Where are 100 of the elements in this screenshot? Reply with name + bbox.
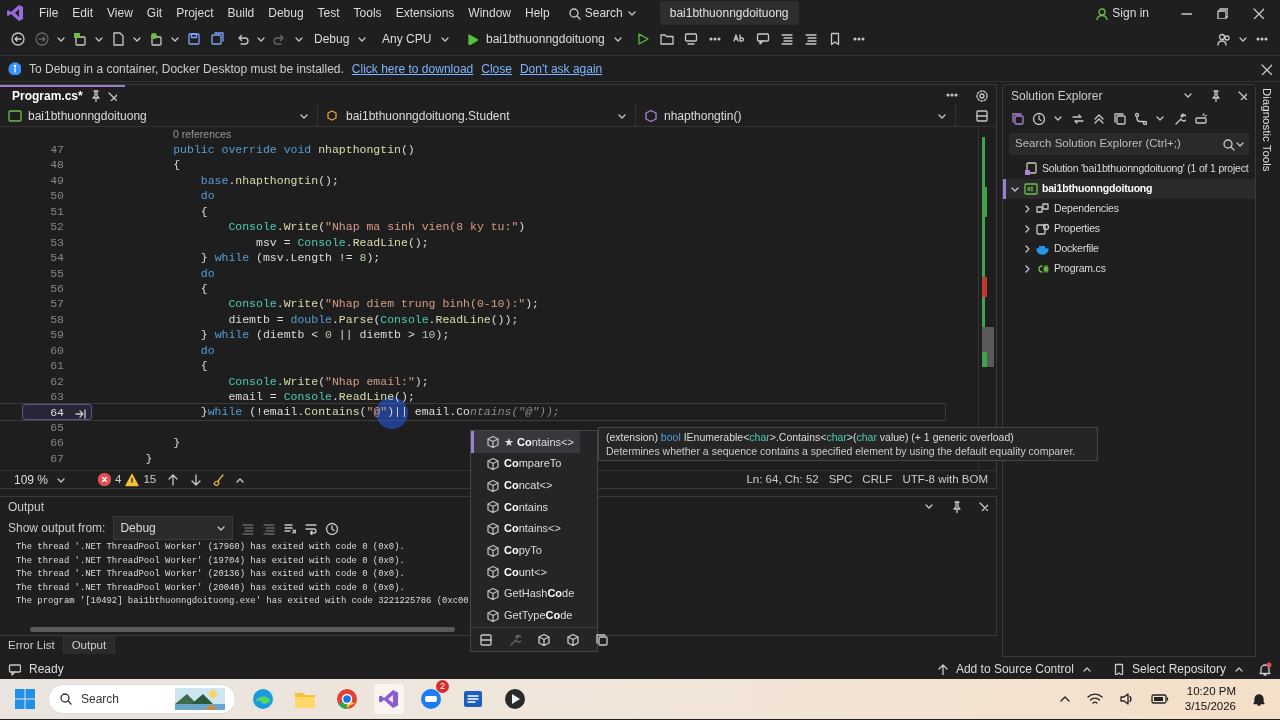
menu-item[interactable]: Extensions: [388, 2, 462, 24]
extension-filter-icon[interactable]: [566, 633, 579, 646]
save-icon[interactable]: [187, 32, 201, 46]
device-icon[interactable]: [683, 32, 698, 46]
completion-item[interactable]: CompareTo: [471, 452, 568, 475]
save-all-icon[interactable]: [211, 32, 225, 46]
panel-tab[interactable]: Output: [63, 636, 116, 654]
output-source-dropdown[interactable]: Debug: [113, 516, 234, 540]
menu-item[interactable]: Edit: [65, 2, 101, 24]
close-icon[interactable]: [978, 501, 988, 511]
settings-icon[interactable]: [975, 88, 988, 102]
info-link[interactable]: Don't ask again: [519, 59, 603, 78]
tree-item[interactable]: Program.cs: [1015, 259, 1255, 279]
side-tab[interactable]: Diagnostic Tools: [1257, 88, 1275, 172]
menu-item[interactable]: Help: [518, 2, 557, 24]
menu-item[interactable]: Window: [461, 2, 518, 24]
split-icon[interactable]: [975, 109, 988, 122]
info-link[interactable]: Close: [481, 59, 512, 78]
run-icon[interactable]: [635, 32, 650, 46]
search-box[interactable]: Search Solution Explorer (Ctrl+;): [1009, 133, 1249, 155]
preview-icon[interactable]: [1194, 111, 1207, 125]
close-icon[interactable]: [1252, 7, 1264, 19]
completion-item[interactable]: GetTypeCode: [471, 604, 579, 627]
warning-count[interactable]: 15: [143, 470, 157, 489]
horizontal-scrollbar[interactable]: [30, 627, 455, 632]
indent-icon[interactable]: [803, 32, 818, 46]
expand-icon[interactable]: [479, 633, 492, 646]
tree-item[interactable]: Dependencies: [1015, 199, 1255, 219]
copy-icon[interactable]: [1113, 111, 1126, 125]
bell-icon[interactable]: [1258, 662, 1272, 676]
menu-item[interactable]: Git: [139, 2, 170, 24]
menu-item[interactable]: Test: [310, 2, 347, 24]
completion-item[interactable]: Concat<>: [471, 474, 559, 497]
bell-icon[interactable]: [1252, 692, 1266, 706]
close-icon[interactable]: [1260, 62, 1272, 75]
menu-item[interactable]: Build: [220, 2, 262, 24]
status-text[interactable]: UTF-8 with BOM: [902, 470, 988, 489]
search-input[interactable]: Search Solution Explorer (Ctrl+;): [1013, 134, 1222, 154]
live-share-icon[interactable]: [1217, 32, 1231, 46]
menu-item[interactable]: File: [32, 2, 66, 24]
maximize-icon[interactable]: [1216, 7, 1228, 19]
search-button[interactable]: Search: [560, 2, 644, 24]
next-icon[interactable]: [189, 473, 203, 486]
new-project-icon[interactable]: [73, 32, 87, 46]
media-player-icon[interactable]: [504, 688, 526, 710]
completion-item[interactable]: ★ Contains<>: [471, 431, 580, 453]
document-app-icon[interactable]: [462, 688, 484, 710]
word-wrap-icon[interactable]: [304, 521, 318, 535]
tree-item[interactable]: Dockerfile: [1015, 239, 1255, 259]
visual-studio-icon[interactable]: [378, 688, 400, 710]
status-text[interactable]: CRLF: [862, 470, 893, 489]
chrome-icon[interactable]: [336, 688, 358, 710]
zoom-dropdown[interactable]: 109 %: [8, 468, 73, 491]
completion-item[interactable]: Count<>: [471, 561, 553, 583]
comment-icon[interactable]: [755, 32, 770, 46]
method-filter-icon[interactable]: [537, 633, 550, 646]
clear-all-icon[interactable]: [283, 521, 297, 535]
format-icon[interactable]: [779, 32, 794, 46]
add-item-icon[interactable]: [149, 32, 163, 46]
info-link[interactable]: Click here to download: [351, 59, 474, 78]
menu-item[interactable]: View: [100, 2, 140, 24]
type-filter-icon[interactable]: [595, 633, 608, 646]
navigation-dropdown[interactable]: nhapthongtin(): [636, 105, 956, 126]
switch-views-icon[interactable]: [1011, 111, 1024, 125]
folder-icon[interactable]: [659, 32, 674, 46]
completion-item[interactable]: GetHashCode: [471, 582, 581, 605]
taskbar-search-field[interactable]: Search: [48, 684, 236, 714]
branch-icon[interactable]: [1134, 111, 1147, 125]
tree-item[interactable]: Properties: [1015, 219, 1255, 239]
clock-time[interactable]: 10:20 PM: [1186, 684, 1236, 699]
forward-icon[interactable]: [35, 32, 49, 46]
navigation-dropdown[interactable]: bai1bthuonngdoituong: [0, 105, 318, 126]
tree-item[interactable]: Solution 'bai1bthuonngdoituong' (1 of 1 project: [1003, 159, 1255, 179]
menu-item[interactable]: Tools: [346, 2, 389, 24]
error-count[interactable]: 4: [115, 470, 122, 489]
tree-item[interactable]: bai1bthuonngdoituong: [1003, 179, 1255, 199]
menu-item[interactable]: Debug: [261, 2, 311, 24]
windows-start-icon[interactable]: [14, 688, 36, 710]
close-icon[interactable]: [1237, 90, 1247, 100]
status-text[interactable]: SPC: [828, 470, 853, 489]
history-icon[interactable]: [1032, 111, 1045, 125]
chat-app-icon[interactable]: [420, 688, 442, 710]
cleanup-icon[interactable]: [212, 473, 226, 486]
clock-date[interactable]: 3/15/2026: [1184, 699, 1236, 714]
close-icon[interactable]: [106, 91, 117, 101]
speaker-icon[interactable]: [1118, 692, 1135, 706]
menu-item[interactable]: Project: [169, 2, 221, 24]
completion-item[interactable]: CopyTo: [471, 539, 548, 562]
wifi-icon[interactable]: [1086, 692, 1103, 706]
navigation-dropdown[interactable]: bai1bthuonngdoituong.Student: [318, 105, 636, 126]
completion-item[interactable]: Contains<>: [471, 517, 567, 540]
completion-item[interactable]: Contains: [471, 496, 555, 518]
sign-in-button[interactable]: Sign in: [1088, 2, 1156, 24]
editor-tab[interactable]: Program.cs*: [0, 85, 125, 105]
codelens-text[interactable]: 0 references: [0, 127, 978, 142]
wrench-icon[interactable]: [1173, 111, 1186, 125]
panel-tab[interactable]: Error List: [0, 636, 64, 654]
output-window-icon[interactable]: [8, 662, 21, 676]
new-file-icon[interactable]: [111, 32, 125, 46]
timestamp-icon[interactable]: [325, 521, 339, 535]
